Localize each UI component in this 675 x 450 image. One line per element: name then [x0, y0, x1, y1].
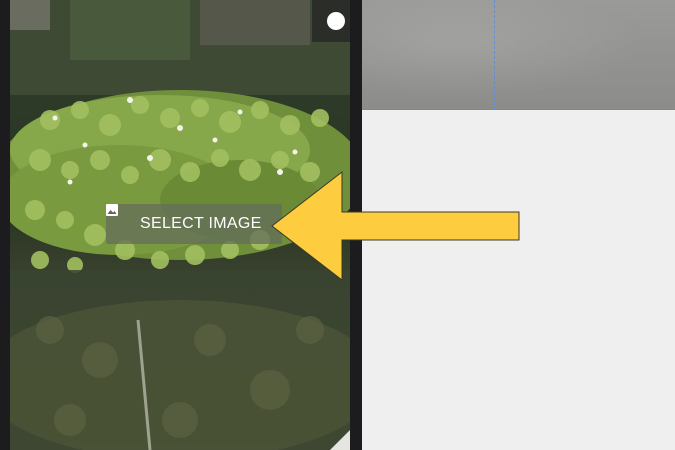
annotation-arrow	[271, 170, 520, 282]
editor-workspace: SELECT IMAGE	[0, 0, 675, 450]
